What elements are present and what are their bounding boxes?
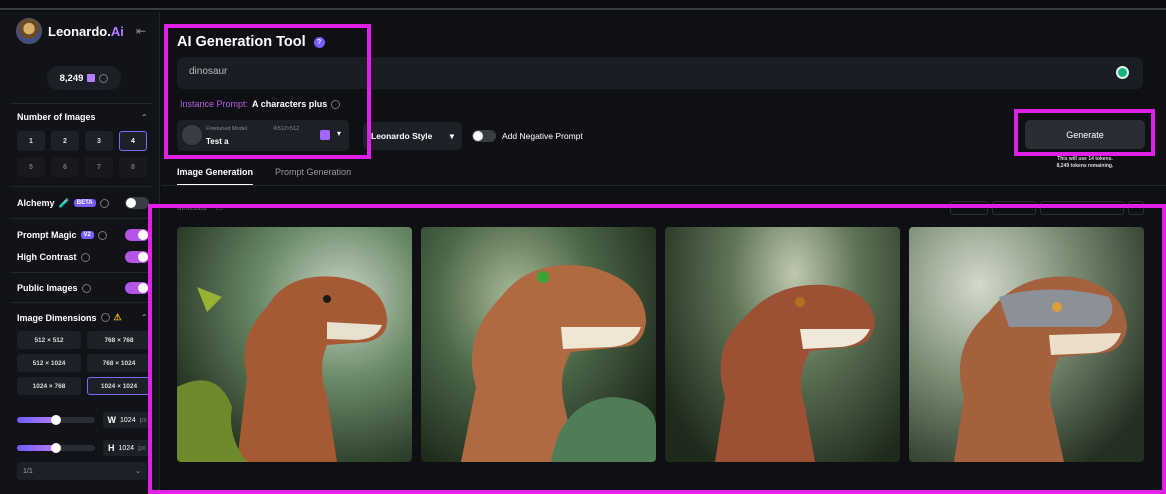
tab-bar: Image Generation Prompt Generation [177, 167, 351, 186]
dimension-768x768[interactable]: 768 × 768 [87, 331, 151, 349]
brand-name: Leonardo.Ai [48, 23, 124, 39]
help-icon[interactable] [81, 283, 91, 293]
help-icon[interactable] [80, 252, 90, 262]
num-images-7[interactable]: 7 [85, 157, 113, 177]
grammarly-icon[interactable] [1116, 66, 1129, 79]
alchemy-label: Alchemy [17, 198, 55, 208]
width-field[interactable]: W 1024 px [102, 412, 152, 428]
num-images-8[interactable]: 8 [119, 157, 147, 177]
help-icon[interactable] [100, 313, 110, 322]
help-icon[interactable] [97, 230, 107, 240]
number-of-images-title: Number of Images [17, 112, 96, 122]
divider [10, 218, 152, 219]
high-contrast-toggle[interactable] [125, 251, 149, 263]
style-select[interactable]: Leonardo Style ▾ [363, 122, 462, 150]
height-slider[interactable] [17, 443, 95, 453]
wand-icon: 🧪 [58, 197, 70, 208]
num-images-2[interactable]: 2 [51, 131, 79, 151]
divider [10, 302, 152, 303]
public-images-toggle[interactable] [125, 282, 149, 294]
divider [10, 272, 152, 273]
num-images-1[interactable]: 1 [17, 131, 45, 151]
prompt-magic-label: Prompt Magic [17, 230, 77, 240]
divider [161, 185, 1166, 186]
v2-badge: V2 [80, 231, 94, 239]
num-images-5[interactable]: 5 [17, 157, 45, 177]
tab-image-generation[interactable]: Image Generation [177, 167, 254, 186]
help-icon[interactable] [99, 198, 109, 208]
prompt-magic-row: Prompt Magic V2 [17, 228, 149, 242]
number-of-images-grid: 1 2 3 4 5 6 7 8 [17, 131, 147, 177]
public-images-label: Public Images [17, 283, 78, 293]
chevron-up-icon[interactable]: ⌃ [141, 113, 148, 122]
dimension-1024x768[interactable]: 1024 × 768 [17, 377, 81, 395]
dimension-grid: 512 × 512 768 × 768 512 × 1024 768 × 102… [17, 331, 151, 395]
divider [10, 103, 152, 104]
highlight-box-generate [1014, 109, 1155, 156]
height-field[interactable]: H 1024 px [103, 440, 151, 456]
num-images-3[interactable]: 3 [85, 131, 113, 151]
high-contrast-row: High Contrast [17, 250, 149, 264]
tab-prompt-generation[interactable]: Prompt Generation [275, 167, 351, 186]
highlight-box-tool-settings [164, 24, 371, 159]
negative-prompt-label: Add Negative Prompt [502, 131, 583, 141]
help-icon[interactable] [99, 73, 109, 83]
dimension-768x1024[interactable]: 768 × 1024 [87, 354, 151, 372]
chevron-down-icon: ⌄ [135, 468, 141, 475]
highlight-box-gallery [148, 204, 1166, 494]
high-contrast-label: High Contrast [17, 252, 77, 262]
top-border [0, 0, 1166, 10]
prompt-magic-toggle[interactable] [125, 229, 149, 241]
token-usage-note: This will use 14 tokens. 8,249 tokens rem… [1056, 156, 1114, 169]
negative-prompt-row: Add Negative Prompt [472, 130, 583, 142]
public-images-row: Public Images [17, 281, 149, 295]
token-balance[interactable]: 8,249 [47, 66, 121, 90]
width-slider[interactable] [17, 415, 95, 425]
num-images-6[interactable]: 6 [51, 157, 79, 177]
logo-avatar [16, 18, 42, 44]
divider [10, 186, 152, 187]
width-row: W 1024 px [17, 411, 152, 429]
dimension-1024x1024[interactable]: 1024 × 1024 [87, 377, 151, 395]
height-row: H 1024 px [17, 439, 152, 457]
alchemy-toggle[interactable] [125, 197, 149, 209]
num-images-4[interactable]: 4 [119, 131, 147, 151]
alchemy-row: Alchemy 🧪 BETA [17, 196, 149, 210]
token-icon [87, 74, 96, 82]
dimension-512x1024[interactable]: 512 × 1024 [17, 354, 81, 372]
warning-icon: ⚠ [113, 312, 122, 322]
collapse-sidebar-icon[interactable]: ⇤ [136, 24, 146, 38]
dimension-512x512[interactable]: 512 × 512 [17, 331, 81, 349]
beta-badge: BETA [73, 199, 96, 207]
image-dimensions-title: Image Dimensions ⚠ [17, 312, 122, 323]
negative-prompt-toggle[interactable] [472, 130, 496, 142]
token-count: 8,249 [59, 72, 84, 84]
logo[interactable]: Leonardo.Ai [16, 18, 124, 44]
aspect-ratio-select[interactable]: 1/1 ⌄ [17, 462, 147, 480]
chevron-down-icon: ▾ [449, 130, 454, 141]
chevron-up-icon[interactable]: ⌃ [141, 313, 148, 322]
